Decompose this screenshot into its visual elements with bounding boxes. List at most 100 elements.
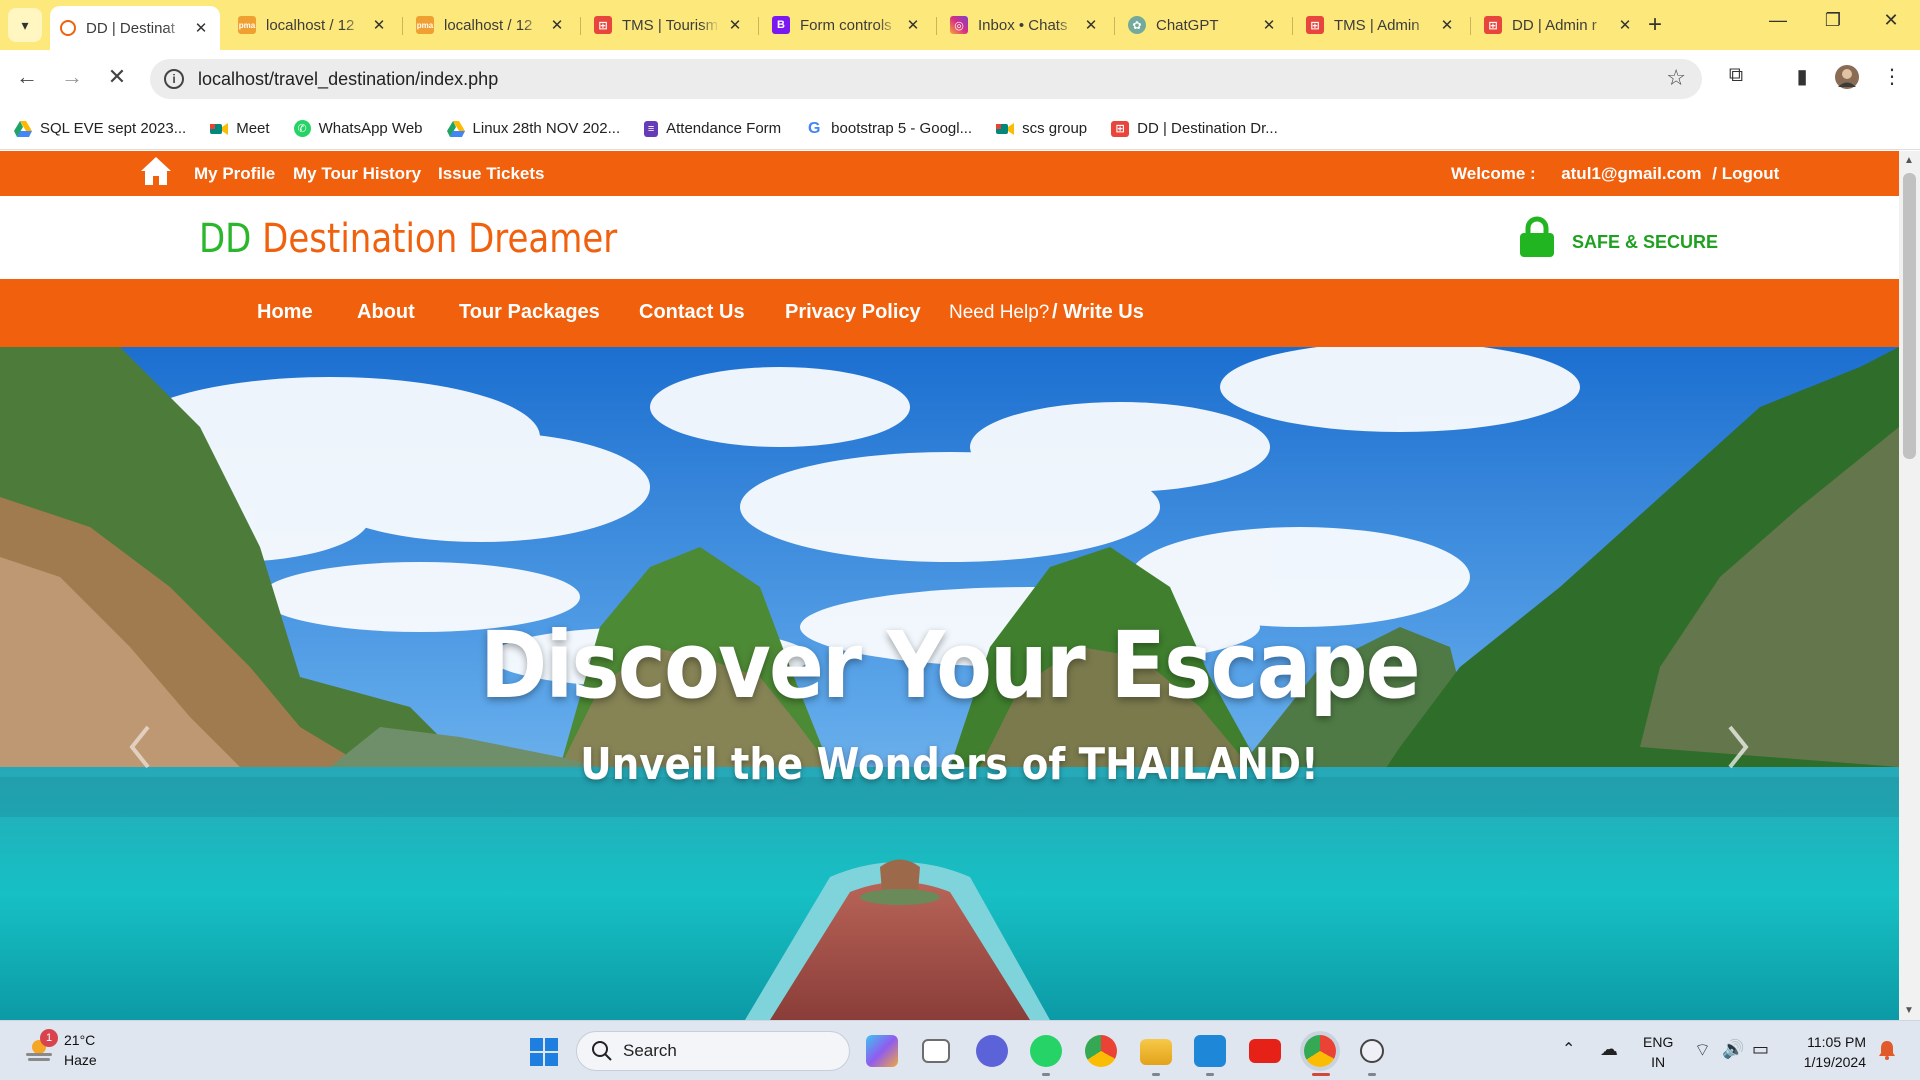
close-tab-icon[interactable]: ✕ xyxy=(192,19,210,37)
weather-notification-badge: 1 xyxy=(40,1029,58,1047)
site-info-icon[interactable]: i xyxy=(164,69,184,89)
lock-icon xyxy=(1520,216,1554,257)
browser-toolbar: ← → ✕ i localhost/travel_destination/ind… xyxy=(0,50,1920,108)
close-tab-icon[interactable]: ✕ xyxy=(1260,16,1278,34)
volume-icon[interactable]: 🔊 xyxy=(1722,1039,1744,1060)
logout-link[interactable]: / Logout xyxy=(1712,164,1779,183)
restore-window-icon[interactable]: ❐ xyxy=(1813,10,1853,31)
whatsapp-icon[interactable] xyxy=(1030,1035,1062,1067)
profile-avatar-icon[interactable] xyxy=(1832,64,1862,96)
my-profile-link[interactable]: My Profile xyxy=(194,164,275,184)
logo-name: Destination Dreamer xyxy=(262,216,618,262)
tab-form-controls[interactable]: B Form controls ✕ xyxy=(762,7,932,43)
vscode-icon[interactable] xyxy=(1194,1035,1226,1067)
tab-phpmyadmin-1[interactable]: pma localhost / 12 ✕ xyxy=(228,7,398,43)
address-bar[interactable]: i localhost/travel_destination/index.php… xyxy=(150,59,1702,99)
nav-about[interactable]: About xyxy=(357,301,415,324)
side-panel-icon[interactable]: ▮ xyxy=(1787,64,1817,89)
close-window-icon[interactable]: ✕ xyxy=(1871,10,1911,31)
page-scrollbar[interactable]: ▲ ▼ xyxy=(1899,151,1920,1020)
teams-icon[interactable] xyxy=(976,1035,1008,1067)
task-view-icon[interactable] xyxy=(922,1039,950,1063)
bookmark-sql-eve[interactable]: SQL EVE sept 2023... xyxy=(14,120,186,137)
my-tour-history-link[interactable]: My Tour History xyxy=(293,164,421,184)
tab-tms-tourism[interactable]: ⊞ TMS | Tourism ✕ xyxy=(584,7,754,43)
logo-bar: DD Destination Dreamer SAFE & SECURE xyxy=(0,196,1899,279)
bookmark-label: Attendance Form xyxy=(666,120,782,137)
carousel-next-icon[interactable] xyxy=(1718,717,1758,777)
wifi-icon[interactable]: ⌔ xyxy=(1694,1039,1711,1062)
bookmark-whatsapp-web[interactable]: ✆ WhatsApp Web xyxy=(293,120,423,137)
onedrive-cloud-icon[interactable]: ☁ xyxy=(1600,1039,1618,1060)
nav-home[interactable]: Home xyxy=(257,301,313,324)
bookmark-meet[interactable]: Meet xyxy=(210,120,270,137)
bookmark-label: scs group xyxy=(1022,120,1088,137)
carousel-prev-icon[interactable] xyxy=(120,717,160,777)
tray-overflow-chevron-icon[interactable]: ⌃ xyxy=(1562,1039,1575,1059)
language-indicator[interactable]: ENG IN xyxy=(1643,1032,1673,1072)
minimize-window-icon[interactable]: — xyxy=(1758,10,1798,31)
tab-separator xyxy=(402,17,403,35)
windows-taskbar: 1 21°C Haze Search ⌃ ☁ ENG IN ⌔ 🔊 ▭ 11:0… xyxy=(0,1020,1920,1080)
windows-start-icon[interactable] xyxy=(530,1038,558,1066)
chrome-icon[interactable] xyxy=(1085,1035,1117,1067)
tab-separator xyxy=(1114,17,1115,35)
file-explorer-icon[interactable] xyxy=(1140,1039,1172,1065)
bookmarks-bar: SQL EVE sept 2023... Meet ✆ WhatsApp Web… xyxy=(0,108,1920,150)
scroll-up-arrow-icon[interactable]: ▲ xyxy=(1904,155,1914,166)
tab-search-chevron-icon[interactable]: ▾ xyxy=(8,8,42,42)
bookmark-bootstrap-google[interactable]: G bootstrap 5 - Googl... xyxy=(805,119,972,138)
notification-bell-icon[interactable] xyxy=(1878,1040,1896,1060)
scrollbar-thumb[interactable] xyxy=(1903,173,1916,459)
close-tab-icon[interactable]: ✕ xyxy=(1082,16,1100,34)
forward-arrow-icon[interactable]: → xyxy=(57,64,87,90)
hero-carousel: Discover Your Escape Unveil the Wonders … xyxy=(0,347,1899,1020)
bookmark-linux-28th-nov[interactable]: Linux 28th NOV 202... xyxy=(446,120,621,137)
scroll-down-arrow-icon[interactable]: ▼ xyxy=(1904,1005,1914,1016)
copilot-icon[interactable] xyxy=(866,1035,898,1067)
tms-icon: ⊞ xyxy=(594,16,612,34)
stop-loading-icon[interactable]: ✕ xyxy=(102,64,132,90)
home-icon[interactable] xyxy=(140,156,172,186)
bookmark-star-icon[interactable]: ☆ xyxy=(1666,65,1686,91)
hero-subtitle: Unveil the Wonders of THAILAND! xyxy=(580,739,1319,790)
tab-dd-destination[interactable]: DD | Destinat ✕ xyxy=(50,6,220,50)
tab-title: TMS | Tourism xyxy=(622,16,719,34)
bookmark-label: WhatsApp Web xyxy=(318,120,423,137)
bookmark-dd-destination[interactable]: ⊞ DD | Destination Dr... xyxy=(1111,120,1278,137)
bookmark-scs-group[interactable]: scs group xyxy=(996,120,1087,137)
close-tab-icon[interactable]: ✕ xyxy=(370,16,388,34)
extensions-puzzle-icon[interactable]: ⧉ xyxy=(1721,64,1751,87)
back-arrow-icon[interactable]: ← xyxy=(12,64,42,90)
nav-contact-us[interactable]: Contact Us xyxy=(639,301,745,324)
tab-dd-admin[interactable]: ⊞ DD | Admin r ✕ xyxy=(1474,7,1644,43)
tab-separator xyxy=(1292,17,1293,35)
bookmark-label: Linux 28th NOV 202... xyxy=(472,120,621,137)
close-tab-icon[interactable]: ✕ xyxy=(548,16,566,34)
bookmark-attendance-form[interactable]: ≡ Attendance Form xyxy=(644,120,781,137)
tab-chatgpt[interactable]: ✿ ChatGPT ✕ xyxy=(1118,7,1288,43)
browser-menu-icon[interactable]: ⋮ xyxy=(1877,64,1907,89)
snipping-tool-icon[interactable] xyxy=(1360,1039,1384,1063)
close-tab-icon[interactable]: ✕ xyxy=(1616,16,1634,34)
google-meet-icon xyxy=(996,121,1015,137)
issue-tickets-link[interactable]: Issue Tickets xyxy=(438,164,544,184)
tab-phpmyadmin-2[interactable]: pma localhost / 12 ✕ xyxy=(406,7,576,43)
close-tab-icon[interactable]: ✕ xyxy=(1438,16,1456,34)
tab-tms-admin[interactable]: ⊞ TMS | Admin ✕ xyxy=(1296,7,1466,43)
new-tab-plus-icon[interactable]: + xyxy=(1648,11,1662,39)
chrome-profile-icon[interactable] xyxy=(1304,1035,1336,1067)
taskbar-search-box[interactable]: Search xyxy=(576,1031,850,1071)
nav-tour-packages[interactable]: Tour Packages xyxy=(459,301,600,324)
taskbar-clock[interactable]: 11:05 PM 1/19/2024 xyxy=(1794,1032,1866,1072)
close-tab-icon[interactable]: ✕ xyxy=(726,16,744,34)
close-tab-icon[interactable]: ✕ xyxy=(904,16,922,34)
site-logo[interactable]: DD Destination Dreamer xyxy=(199,216,617,262)
google-icon: G xyxy=(807,119,821,137)
battery-icon[interactable]: ▭ xyxy=(1752,1039,1769,1060)
youtube-icon[interactable] xyxy=(1249,1039,1281,1063)
write-us-link[interactable]: / Write Us xyxy=(1052,301,1144,324)
nav-privacy-policy[interactable]: Privacy Policy xyxy=(785,301,921,324)
tab-instagram-inbox[interactable]: ◎ Inbox • Chats ✕ xyxy=(940,7,1110,43)
instagram-icon: ◎ xyxy=(950,16,968,34)
